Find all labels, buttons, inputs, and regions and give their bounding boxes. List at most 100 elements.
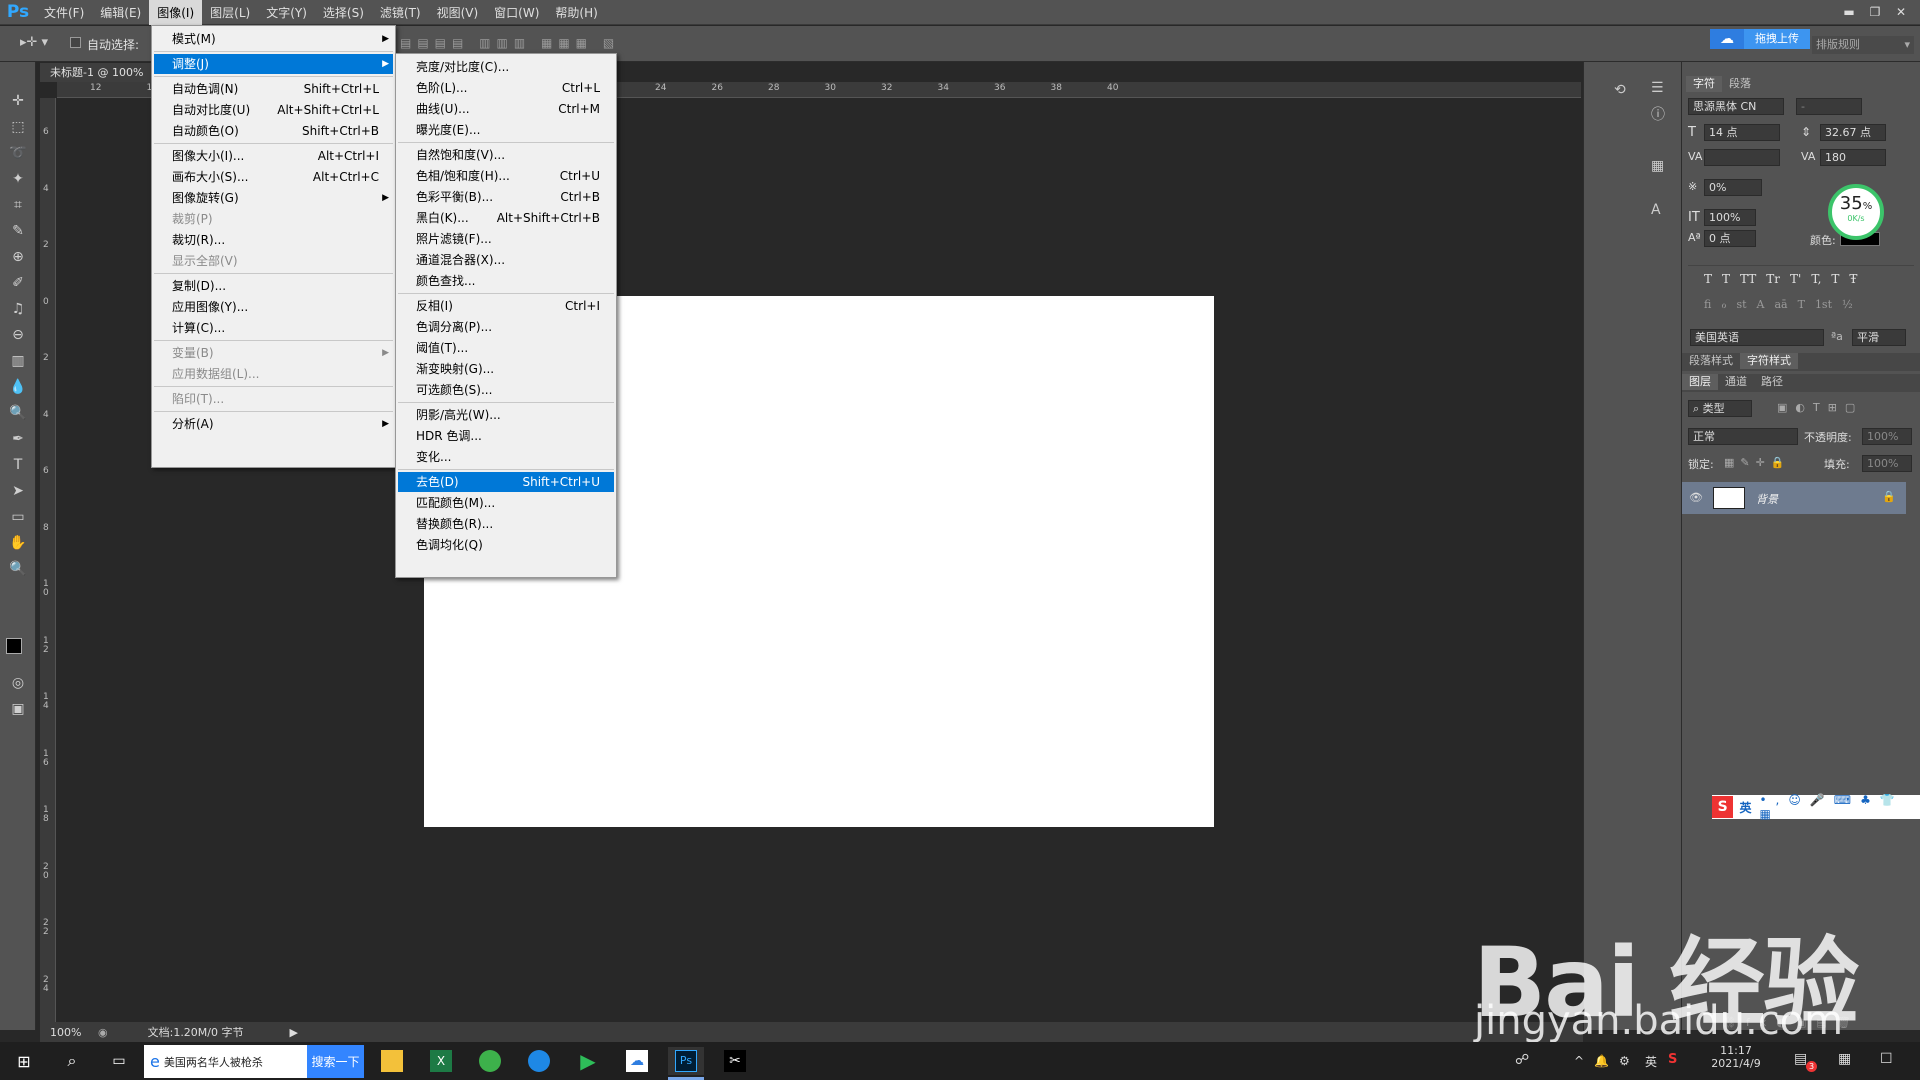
- tab-paragraph[interactable]: 段落: [1722, 76, 1758, 92]
- adjust-menu-item[interactable]: 渐变映射(G)...: [398, 359, 614, 379]
- status-arrow-icon[interactable]: ▶: [290, 1026, 298, 1039]
- edge-browser-icon[interactable]: [521, 1047, 557, 1075]
- swatches-icon[interactable]: ▦: [1651, 158, 1664, 174]
- workspace-select[interactable]: 排版规则 ▾: [1812, 36, 1914, 54]
- leading-field[interactable]: 32.67 点: [1820, 124, 1886, 141]
- adjust-menu-item[interactable]: 阴影/高光(W)...: [398, 405, 614, 425]
- tab-character[interactable]: 字符: [1686, 76, 1722, 92]
- minimize-button[interactable]: ▬: [1836, 2, 1862, 22]
- document-tab[interactable]: 未标题-1 @ 100%: [40, 63, 165, 82]
- status-info-icon[interactable]: ◉: [98, 1026, 108, 1039]
- foreground-color-swatch[interactable]: [6, 638, 22, 654]
- adjust-menu-item[interactable]: 色调均化(Q): [398, 535, 614, 555]
- image-menu-item[interactable]: 自动色调(N) Shift+Ctrl+L: [154, 79, 393, 99]
- tab-layers[interactable]: 图层: [1682, 374, 1718, 390]
- media-player-icon[interactable]: ▶: [570, 1047, 606, 1075]
- image-menu-item[interactable]: 画布大小(S)... Alt+Ctrl+C: [154, 167, 393, 187]
- type-style-button[interactable]: T: [1831, 272, 1839, 286]
- vertical-scale-field[interactable]: 100%: [1704, 209, 1756, 226]
- image-menu-item[interactable]: 模式(M) ▶: [154, 29, 393, 49]
- restore-button[interactable]: ❐: [1862, 2, 1888, 22]
- blur-tool-icon[interactable]: 💧: [0, 374, 36, 400]
- screen-mode-icon[interactable]: ▣: [0, 696, 36, 722]
- adjust-menu-item[interactable]: 色彩平衡(B)... Ctrl+B: [398, 187, 614, 207]
- menu-7[interactable]: 视图(V): [429, 0, 487, 25]
- brush-tool-icon[interactable]: ✐: [0, 270, 36, 296]
- character-icon[interactable]: A: [1651, 202, 1661, 218]
- crop-tool-icon[interactable]: ⌗: [0, 192, 36, 218]
- adjust-menu-item[interactable]: 去色(D) Shift+Ctrl+U: [398, 472, 614, 492]
- zoom-level[interactable]: 100%: [50, 1026, 90, 1039]
- font-size-field[interactable]: 14 点: [1704, 124, 1780, 141]
- capcut-icon[interactable]: ✂: [717, 1047, 753, 1075]
- adjust-menu-item[interactable]: 照片滤镜(F)...: [398, 229, 614, 249]
- opacity-field[interactable]: 100%: [1862, 428, 1912, 445]
- opentype-button[interactable]: 1st: [1815, 298, 1832, 311]
- menu-8[interactable]: 窗口(W): [486, 0, 547, 25]
- adjust-menu-item[interactable]: 变化...: [398, 447, 614, 467]
- opentype-button[interactable]: ℴ: [1721, 298, 1726, 311]
- adjust-menu-item[interactable]: 色阶(L)... Ctrl+L: [398, 78, 614, 98]
- opentype-button[interactable]: ½: [1842, 298, 1853, 311]
- path-select-icon[interactable]: ➤: [0, 478, 36, 504]
- type-style-button[interactable]: TT: [1740, 272, 1756, 286]
- tab-paragraph-styles[interactable]: 段落样式: [1682, 353, 1740, 369]
- align-buttons[interactable]: ▤▤▤▤ ▥▥▥ ▦▦▦ ▧: [400, 36, 620, 50]
- move-tool-icon[interactable]: ▸✛ ▾: [20, 35, 48, 50]
- shape-tool-icon[interactable]: ▭: [0, 504, 36, 530]
- type-style-button[interactable]: Tr: [1766, 272, 1780, 286]
- lock-icons[interactable]: ▦✎✛🔒: [1724, 456, 1791, 469]
- image-menu-item[interactable]: 裁切(R)...: [154, 230, 393, 250]
- upload-button[interactable]: 拖拽上传: [1744, 29, 1810, 49]
- font-family-select[interactable]: 思源黑体 CN: [1688, 98, 1784, 115]
- adjust-menu-item[interactable]: 替换颜色(R)...: [398, 514, 614, 534]
- adjust-menu-item[interactable]: 颜色查找...: [398, 271, 614, 291]
- layer-filter-icons[interactable]: ▣◐T⊞▢: [1777, 401, 1863, 414]
- excel-icon[interactable]: X: [423, 1047, 459, 1075]
- properties-icon[interactable]: ☰: [1651, 80, 1664, 96]
- people-icon[interactable]: ☍: [1515, 1052, 1529, 1068]
- opentype-button[interactable]: T: [1798, 298, 1805, 311]
- auto-select-checkbox[interactable]: [70, 37, 81, 48]
- font-style-select[interactable]: -: [1796, 98, 1862, 115]
- opentype-button[interactable]: fi: [1704, 298, 1711, 311]
- type-style-button[interactable]: T,: [1811, 272, 1821, 286]
- layer-name[interactable]: 背景: [1756, 491, 1778, 507]
- clock[interactable]: 11:17 2021/4/9: [1698, 1044, 1774, 1070]
- zoom-tool-icon[interactable]: 🔍: [0, 556, 36, 582]
- adjust-menu-item[interactable]: 可选颜色(S)...: [398, 380, 614, 400]
- tab-paths[interactable]: 路径: [1754, 374, 1790, 390]
- stamp-tool-icon[interactable]: ♫: [0, 296, 36, 322]
- menu-4[interactable]: 文字(Y): [258, 0, 315, 25]
- menu-0[interactable]: 文件(F): [36, 0, 92, 25]
- lasso-tool-icon[interactable]: ➰: [0, 140, 36, 166]
- ime-lang[interactable]: 英: [1739, 799, 1751, 816]
- menu-5[interactable]: 选择(S): [315, 0, 372, 25]
- ime-tool-icons[interactable]: •,☺🎤⌨♣👕▦: [1759, 793, 1920, 821]
- image-menu-item[interactable]: 自动颜色(O) Shift+Ctrl+B: [154, 121, 393, 141]
- adjust-menu-item[interactable]: 色调分离(P)...: [398, 317, 614, 337]
- windows-start-icon[interactable]: ⊞: [6, 1047, 42, 1075]
- adjust-menu-item[interactable]: 曝光度(E)...: [398, 120, 614, 140]
- opentype-button[interactable]: A: [1757, 298, 1765, 311]
- image-menu-item[interactable]: 自动对比度(U) Alt+Shift+Ctrl+L: [154, 100, 393, 120]
- type-style-button[interactable]: T': [1790, 272, 1801, 286]
- menu-3[interactable]: 图层(L): [202, 0, 258, 25]
- adjust-menu-item[interactable]: 自然饱和度(V)...: [398, 145, 614, 165]
- baseline-field[interactable]: 0 点: [1704, 230, 1756, 247]
- blend-mode-select[interactable]: 正常: [1688, 428, 1798, 445]
- history-brush-icon[interactable]: ⊖: [0, 322, 36, 348]
- notifications-icon[interactable]: ☐: [1880, 1051, 1893, 1067]
- photoshop-taskbar-icon[interactable]: Ps: [668, 1047, 704, 1075]
- notes-icon[interactable]: ▦: [1838, 1051, 1851, 1067]
- info-icon[interactable]: ⓘ: [1651, 104, 1665, 124]
- baidu-netdisk-icon[interactable]: ☁: [619, 1047, 655, 1075]
- adjust-menu-item[interactable]: 匹配颜色(M)...: [398, 493, 614, 513]
- notepad-icon[interactable]: [374, 1047, 410, 1075]
- type-style-button[interactable]: Ŧ: [1849, 272, 1857, 286]
- search-icon[interactable]: ⌕: [54, 1047, 90, 1075]
- type-style-button[interactable]: T: [1722, 272, 1730, 286]
- eyedropper-icon[interactable]: ✎: [0, 218, 36, 244]
- antialias-select[interactable]: 平滑: [1852, 329, 1906, 346]
- marquee-tool-icon[interactable]: ⬚: [0, 114, 36, 140]
